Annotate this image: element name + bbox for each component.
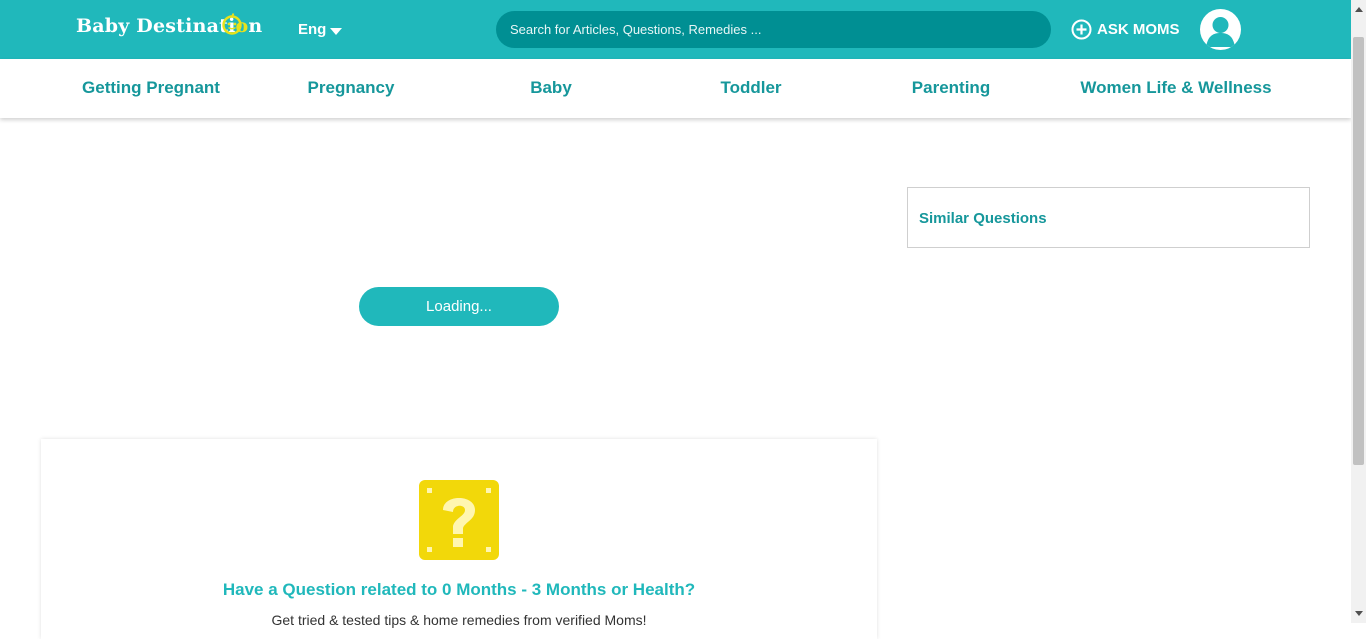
plus-circle-icon [1071,19,1092,40]
nav-item-baby[interactable]: Baby [451,78,651,98]
scroll-down-arrow-icon[interactable] [1355,611,1363,616]
caret-down-icon [330,27,343,35]
similar-questions-title: Similar Questions [919,210,1047,227]
nav-item-toddler[interactable]: Toddler [651,78,851,98]
nav-item-getting-pregnant[interactable]: Getting Pregnant [51,78,251,98]
scrollbar-thumb[interactable] [1353,37,1364,465]
ask-question-card: Have a Question related to 0 Months - 3 … [41,439,877,639]
question-block-icon [419,480,499,560]
user-icon [1206,17,1235,47]
scroll-up-arrow-icon[interactable] [1355,7,1363,12]
ask-card-title: Have a Question related to 0 Months - 3 … [222,580,696,599]
user-avatar[interactable] [1200,9,1241,50]
nav-item-parenting[interactable]: Parenting [851,78,1051,98]
top-header: Baby Destination Eng ASK MOMS [0,0,1351,59]
search-input[interactable] [496,11,1051,48]
language-label: Eng [298,21,327,38]
nav-item-pregnancy[interactable]: Pregnancy [251,78,451,98]
similar-questions-panel: Similar Questions [907,187,1310,248]
category-nav: Getting Pregnant Pregnancy Baby Toddler … [0,59,1351,118]
logo-text-end: n [248,15,263,37]
logo-text: Baby Destinati [76,15,236,37]
loading-button[interactable]: Loading... [359,287,559,326]
nav-item-women-life-wellness[interactable]: Women Life & Wellness [1076,78,1276,98]
ask-moms-label: ASK MOMS [1097,21,1180,38]
logo-face-icon [222,13,242,35]
ask-card-subtitle: Get tried & tested tips & home remedies … [271,612,647,628]
page-scrollbar[interactable] [1351,0,1366,623]
language-selector[interactable]: Eng [298,21,343,38]
ask-moms-button[interactable]: ASK MOMS [1071,19,1180,40]
